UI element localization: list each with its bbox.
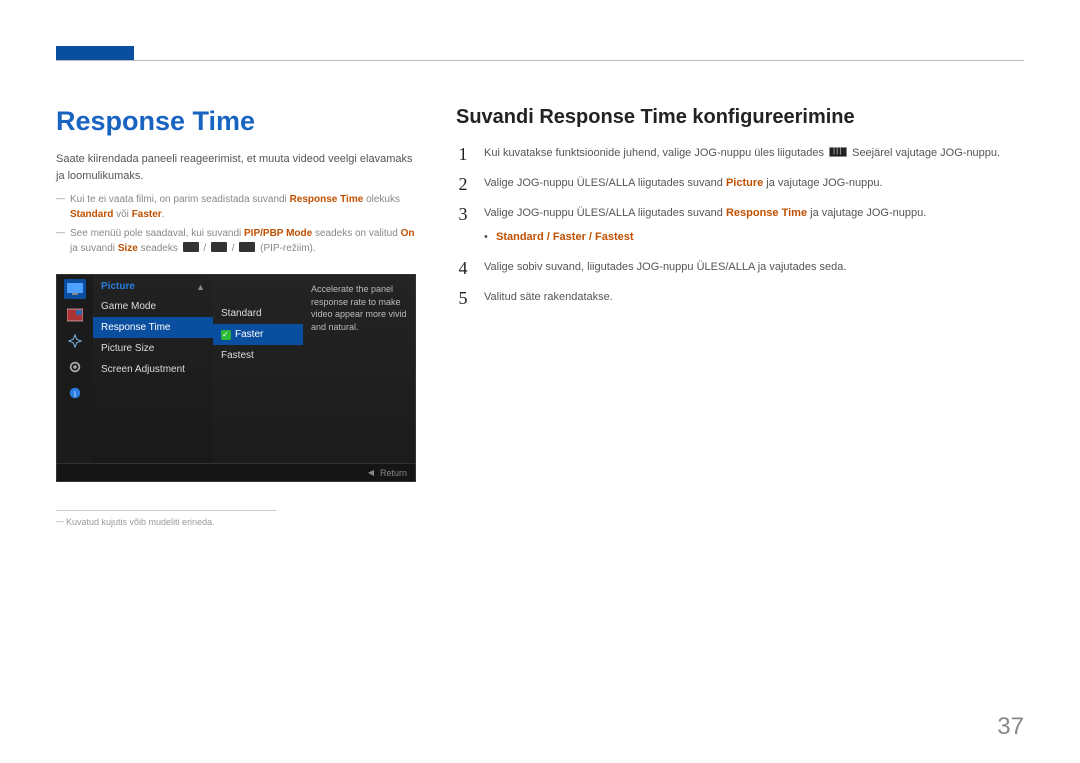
back-arrow-icon: ◀ — [368, 468, 374, 477]
osd-screenshot: i Picture▲ Game Mode Response Time Pictu… — [56, 274, 416, 482]
options-accent: Standard / Faster / Fastest — [496, 231, 634, 243]
accent-standard: Standard — [70, 209, 113, 220]
step-text: Valige JOG-nuppu ÜLES/ALLA liigutades su… — [484, 205, 1024, 222]
osd-footer: ◀ Return — [57, 463, 415, 481]
size-layout-icon — [211, 242, 227, 252]
step-1: 1 Kui kuvatakse funktsioonide juhend, va… — [456, 145, 1024, 163]
accent-response-time: Response Time — [290, 194, 364, 205]
step-text: Valige sobiv suvand, liigutades JOG-nupp… — [484, 259, 1024, 276]
step-text: Valitud säte rakendatakse. — [484, 289, 1024, 306]
left-column: Response Time Saate kiirendada paneeli r… — [56, 106, 416, 527]
return-label: Return — [380, 468, 407, 478]
jog-menu-icon — [829, 147, 847, 157]
size-layout-icon — [183, 242, 199, 252]
osd-options-column: Standard Faster Fastest — [213, 275, 303, 463]
sidebar-info-icon: i — [64, 383, 86, 403]
osd-menu-column: Picture▲ Game Mode Response Time Picture… — [93, 275, 213, 463]
footnote-separator — [56, 510, 276, 511]
accent-size: Size — [118, 243, 138, 254]
osd-item-response-time: Response Time — [93, 317, 213, 338]
accent-faster: Faster — [132, 209, 162, 220]
osd-option-faster: Faster — [213, 324, 303, 345]
sidebar-settings-icon — [64, 357, 86, 377]
note-1: Kui te ei vaata filmi, on parim seadista… — [56, 192, 416, 222]
osd-body: i Picture▲ Game Mode Response Time Pictu… — [57, 275, 415, 463]
content-columns: Response Time Saate kiirendada paneeli r… — [56, 106, 1024, 527]
step-number: 1 — [456, 145, 470, 163]
subsection-heading: Suvandi Response Time konfigureerimine — [456, 106, 1024, 129]
step-3: 3 Valige JOG-nuppu ÜLES/ALLA liigutades … — [456, 205, 1024, 223]
note-2: See menüü pole saadaval, kui suvandi PIP… — [56, 226, 416, 256]
accent-picture: Picture — [726, 177, 763, 189]
footnote: Kuvatud kujutis võib mudeliti erineda. — [56, 517, 416, 527]
accent-pip-pbp: PIP/PBP Mode — [244, 228, 312, 239]
options-bullet: Standard / Faster / Fastest — [484, 231, 1024, 243]
step-number: 3 — [456, 205, 470, 223]
osd-option-fastest: Fastest — [213, 345, 303, 366]
osd-sidebar: i — [57, 275, 93, 463]
osd-option-standard: Standard — [213, 303, 303, 324]
osd-item-screen-adjustment: Screen Adjustment — [93, 359, 213, 380]
page-number: 37 — [997, 713, 1024, 741]
step-2: 2 Valige JOG-nuppu ÜLES/ALLA liigutades … — [456, 175, 1024, 193]
step-4: 4 Valige sobiv suvand, liigutades JOG-nu… — [456, 259, 1024, 277]
section-heading: Response Time — [56, 106, 416, 137]
osd-description: Accelerate the panel response rate to ma… — [303, 275, 415, 463]
sidebar-pip-icon — [64, 305, 86, 325]
osd-item-picture-size: Picture Size — [93, 338, 213, 359]
steps-list: 1 Kui kuvatakse funktsioonide juhend, va… — [456, 145, 1024, 307]
sidebar-picture-icon — [64, 279, 86, 299]
accent-response-time: Response Time — [726, 207, 807, 219]
osd-menu-title: Picture▲ — [93, 275, 213, 296]
scroll-up-icon: ▲ — [196, 282, 205, 292]
accent-on: On — [401, 228, 415, 239]
header-accent-bar — [56, 46, 134, 60]
step-text: Valige JOG-nuppu ÜLES/ALLA liigutades su… — [484, 175, 1024, 192]
step-text: Kui kuvatakse funktsioonide juhend, vali… — [484, 145, 1024, 162]
right-column: Suvandi Response Time konfigureerimine 1… — [456, 106, 1024, 527]
page: Response Time Saate kiirendada paneeli r… — [0, 0, 1080, 763]
step-5: 5 Valitud säte rakendatakse. — [456, 289, 1024, 307]
step-number: 5 — [456, 289, 470, 307]
step-number: 2 — [456, 175, 470, 193]
size-layout-icon — [239, 242, 255, 252]
sidebar-osd-icon — [64, 331, 86, 351]
intro-text: Saate kiirendada paneeli reageerimist, e… — [56, 151, 416, 184]
step-number: 4 — [456, 259, 470, 277]
header-rule — [56, 60, 1024, 61]
osd-item-game-mode: Game Mode — [93, 296, 213, 317]
